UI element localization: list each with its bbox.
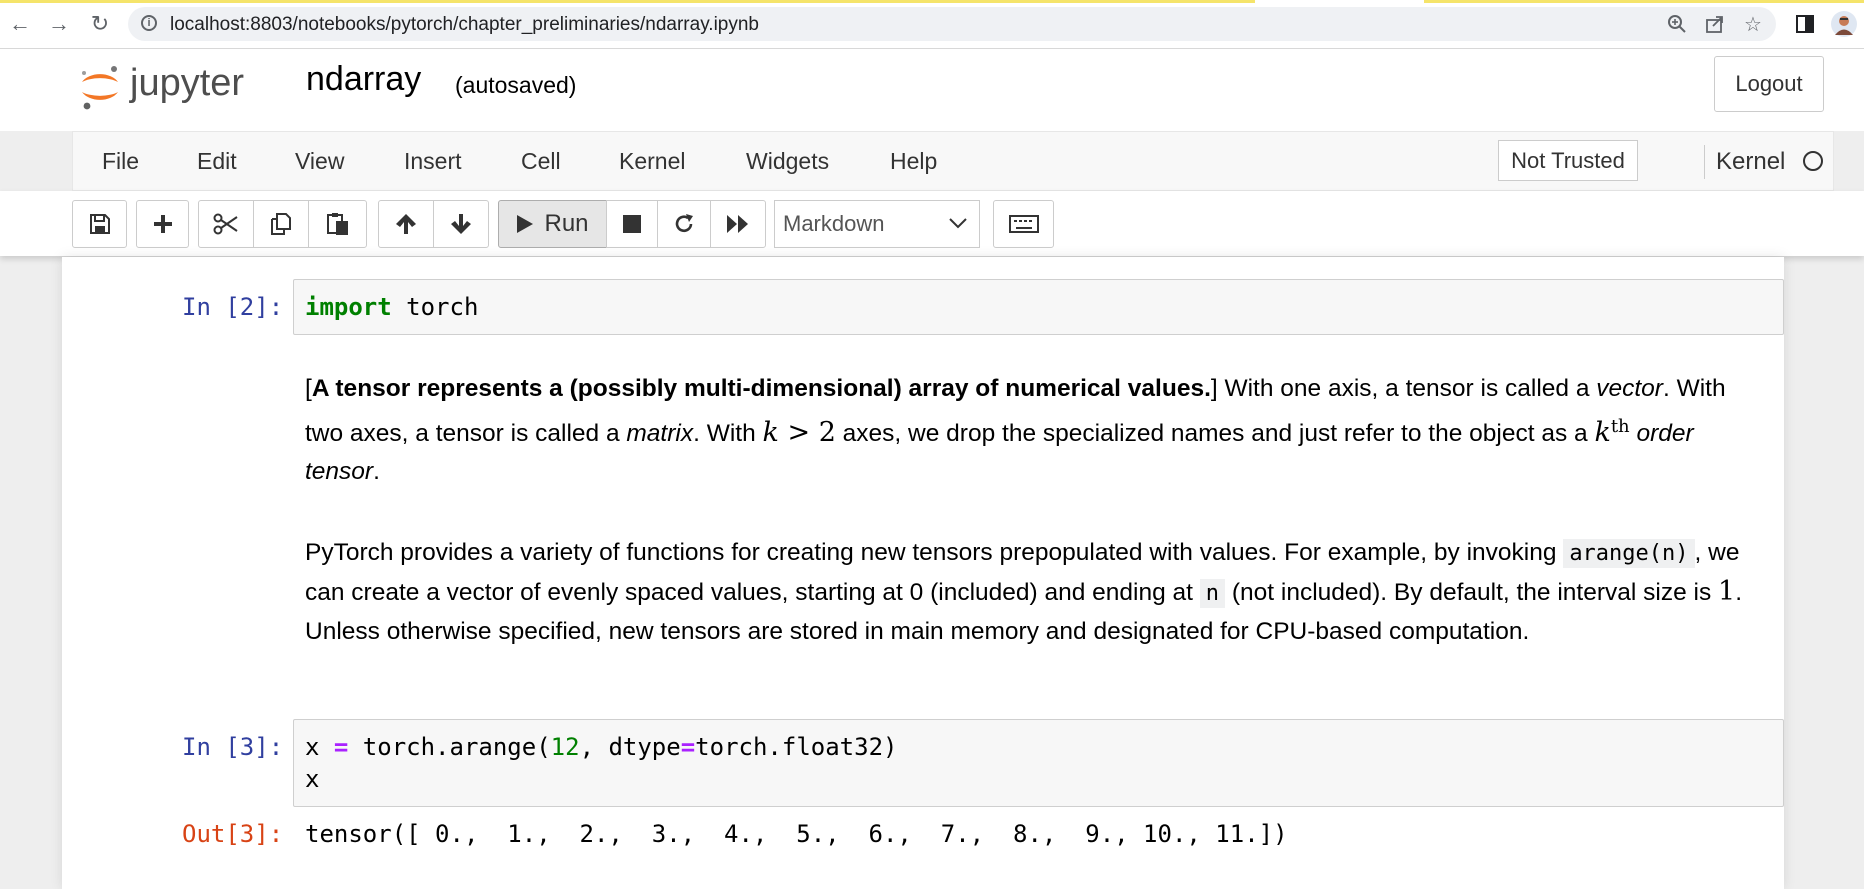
sidepanel-icon[interactable] bbox=[1792, 11, 1818, 37]
number-literal: 12 bbox=[550, 733, 580, 761]
math-symbol: 2 bbox=[818, 417, 836, 449]
cut-icon bbox=[213, 213, 238, 235]
text: (not included). By default, the interval… bbox=[1225, 579, 1719, 606]
menu-help[interactable]: Help bbox=[890, 148, 937, 175]
restart-icon bbox=[675, 214, 693, 233]
restart-run-all-button[interactable] bbox=[710, 200, 766, 248]
cell-output: tensor([ 0., 1., 2., 3., 4., 5., 6., 7.,… bbox=[305, 820, 1288, 848]
menu-view[interactable]: View bbox=[295, 148, 344, 175]
kernel-idle-indicator-icon bbox=[1803, 151, 1823, 171]
copy-icon bbox=[271, 213, 291, 235]
inline-code: arange(n) bbox=[1563, 539, 1695, 568]
star-icon[interactable]: ☆ bbox=[1740, 11, 1766, 37]
menu-widgets[interactable]: Widgets bbox=[746, 148, 829, 175]
code-text: , dtype bbox=[579, 733, 681, 761]
save-button[interactable] bbox=[72, 200, 127, 248]
move-down-icon bbox=[451, 214, 471, 234]
code-line: x = torch.arange(12, dtype=torch.float32… bbox=[305, 733, 897, 761]
share-icon[interactable] bbox=[1702, 11, 1728, 37]
copy-button[interactable] bbox=[253, 200, 309, 248]
markdown-cell[interactable]: PyTorch provides a variety of functions … bbox=[305, 534, 1765, 651]
logo-text: jupyter bbox=[129, 62, 244, 104]
code-line: x bbox=[305, 765, 320, 793]
code-text: x bbox=[305, 733, 334, 761]
code-text: torch.float32) bbox=[695, 733, 898, 761]
menu-file[interactable]: File bbox=[102, 148, 139, 175]
italic-text: matrix bbox=[626, 420, 694, 448]
output-prompt: Out[3]: bbox=[182, 820, 284, 848]
save-icon bbox=[89, 214, 110, 234]
input-prompt: In [3]: bbox=[182, 733, 284, 761]
logout-button[interactable]: Logout bbox=[1714, 56, 1824, 112]
input-prompt: In [2]: bbox=[182, 293, 284, 321]
text: . bbox=[373, 458, 380, 486]
run-icon bbox=[517, 215, 534, 233]
text: . With bbox=[693, 420, 763, 448]
text: ] With one axis, a tensor is called a bbox=[1210, 375, 1597, 402]
menu-cell[interactable]: Cell bbox=[521, 148, 561, 175]
jupyter-logo[interactable]: jupyter bbox=[78, 58, 288, 116]
zoom-icon[interactable] bbox=[1664, 11, 1690, 37]
operator: = bbox=[680, 733, 696, 761]
reload-icon[interactable]: ↻ bbox=[86, 10, 114, 38]
italic-text: vector bbox=[1596, 375, 1663, 402]
trust-indicator-button[interactable]: Not Trusted bbox=[1498, 140, 1638, 181]
move-up-icon bbox=[396, 214, 416, 234]
chevron-down-icon bbox=[948, 210, 968, 236]
restart-run-all-icon bbox=[727, 215, 748, 233]
url-text[interactable]: localhost:8803/notebooks/pytorch/chapter… bbox=[170, 14, 759, 36]
menu-kernel[interactable]: Kernel bbox=[619, 148, 685, 175]
move-up-button[interactable] bbox=[378, 200, 434, 248]
code-cell-editor[interactable] bbox=[293, 279, 1784, 335]
stop-button[interactable] bbox=[606, 200, 658, 248]
forward-icon[interactable]: → bbox=[45, 10, 73, 38]
text: PyTorch provides a variety of functions … bbox=[305, 539, 1564, 566]
menu-insert[interactable]: Insert bbox=[404, 148, 462, 175]
move-down-button[interactable] bbox=[433, 200, 489, 248]
notebook-title[interactable]: ndarray bbox=[306, 60, 421, 99]
back-icon[interactable]: ← bbox=[6, 10, 34, 38]
stop-icon bbox=[623, 215, 641, 233]
restart-kernel-button[interactable] bbox=[657, 200, 711, 248]
keyword: import bbox=[305, 293, 392, 321]
paste-icon bbox=[326, 213, 348, 235]
markdown-cell[interactable]: [A tensor represents a (possibly multi-d… bbox=[305, 370, 1765, 491]
add-cell-button[interactable] bbox=[136, 200, 189, 248]
math-symbol: 1 bbox=[1718, 576, 1736, 607]
text: [ bbox=[305, 375, 312, 402]
avatar[interactable] bbox=[1830, 10, 1858, 38]
loading-strip bbox=[1424, 0, 1864, 3]
math-symbol: k bbox=[762, 417, 779, 449]
math-symbol: > bbox=[778, 417, 819, 449]
divider bbox=[1704, 145, 1705, 179]
info-icon[interactable]: i bbox=[141, 15, 157, 31]
cut-button[interactable] bbox=[198, 200, 254, 248]
math-symbol: k bbox=[1594, 417, 1611, 449]
math-superscript: th bbox=[1610, 416, 1630, 437]
add-cell-icon bbox=[153, 215, 172, 233]
run-button[interactable]: Run bbox=[498, 200, 607, 248]
run-label: Run bbox=[544, 210, 589, 237]
inline-code: n bbox=[1199, 579, 1226, 608]
code-text: torch.arange( bbox=[348, 733, 551, 761]
paste-button[interactable] bbox=[308, 200, 367, 248]
code-text: torch bbox=[391, 293, 479, 321]
command-palette-button[interactable] bbox=[993, 200, 1054, 248]
text: axes, we drop the specialized names and … bbox=[835, 420, 1595, 448]
menu-edit[interactable]: Edit bbox=[197, 148, 237, 175]
operator: = bbox=[333, 733, 349, 761]
keyboard-icon bbox=[1008, 215, 1039, 233]
bold-text: A tensor represents a (possibly multi-di… bbox=[311, 375, 1211, 402]
autosave-status: (autosaved) bbox=[455, 72, 577, 98]
kernel-name: Kernel bbox=[1716, 148, 1786, 175]
loading-strip bbox=[0, 0, 1255, 3]
code-line: import torch bbox=[305, 293, 478, 321]
